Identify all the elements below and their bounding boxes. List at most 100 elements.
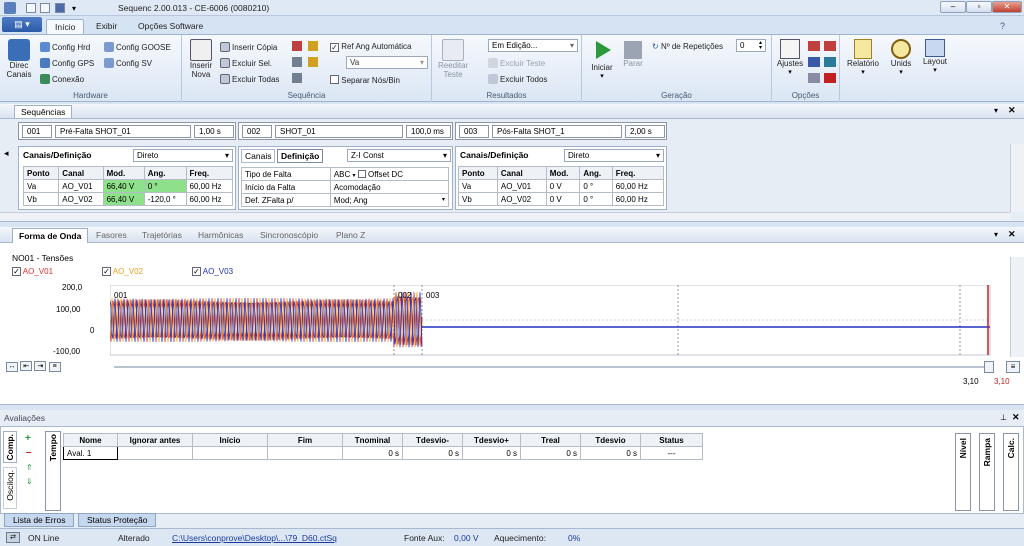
sequence-item-2[interactable]: 002 SHOT_01 100,0 ms [238,122,453,140]
tab-sincronoscopio[interactable]: Sincronoscópio [254,228,324,242]
excluir-teste-button[interactable]: Excluir Teste [488,58,545,68]
seq-name[interactable]: Pré-Falta SHOT_01 [55,125,191,138]
menu-icon[interactable]: ≡ [48,362,61,372]
dropdown-arrow-icon[interactable]: ▾ [994,230,998,239]
sequence-item-1[interactable]: 001 Pré-Falta SHOT_01 1,00 s [18,122,236,140]
channels-mode-select[interactable]: Direto ▾ [133,149,233,162]
close-icon[interactable]: ✕ [1008,229,1016,240]
inserir-nova-button[interactable]: Inserir Nova [186,39,216,79]
cell-freq[interactable]: 60,00 Hz [611,179,665,193]
open-folder-icon[interactable] [40,3,50,13]
relatorio-button[interactable]: Relatório ▾ [846,39,880,76]
tab-harmonicas[interactable]: Harmônicas [192,228,249,242]
ajustes-button[interactable]: Ajustes ▾ [776,39,804,76]
status-select[interactable]: Em Edição... ▾ [488,39,578,52]
dropdown-arrow-icon[interactable]: ▾ [994,106,998,115]
cell-ang[interactable]: -120,0 ° [143,192,187,206]
panel-options-icon[interactable]: ≡ [1006,361,1020,373]
help-icon[interactable]: ? [1000,21,1005,31]
seq-tool-icon-4[interactable] [308,57,318,67]
sequences-horizontal-scrollbar[interactable] [0,212,1010,221]
config-goose-button[interactable]: Config GOOSE [104,42,171,52]
cell-nome[interactable]: Aval. 1 [63,446,118,460]
tab-calc[interactable]: Calc. [1003,433,1019,511]
fault-type-cell[interactable]: ABC ▾ Offset DC [329,167,450,181]
reeditar-button[interactable]: Reeditar Teste [438,39,468,79]
tab-forma-de-onda[interactable]: Forma de Onda [12,228,89,243]
time-slider-thumb[interactable] [984,361,994,373]
cell-mod[interactable]: 0 V [545,192,581,206]
tab-osciloq[interactable]: Osciloq. [3,467,17,509]
seq-time[interactable]: 1,00 s [194,125,234,138]
collapse-arrow-icon[interactable]: ◂ [4,148,9,159]
config-gps-button[interactable]: Config GPS [40,58,94,68]
app-menu-button[interactable]: ▤ ▾ [2,17,42,32]
separar-checkbox[interactable]: Separar Nós/Bin [330,75,400,85]
excluir-todas-button[interactable]: Excluir Todas [220,74,279,84]
add-icon[interactable]: + [25,433,31,444]
inserir-copia-button[interactable]: Inserir Cópia [220,42,277,52]
cell-tdesvio-plus[interactable]: 0 s [462,446,521,460]
channel-toggle-2[interactable]: ✓ AO_V02 [102,267,143,276]
tab-sequencias[interactable]: Sequências [14,105,73,118]
move-up-icon[interactable]: ⇑ [26,463,33,472]
config-sv-button[interactable]: Config SV [104,58,152,68]
cell-tdesvio-minus[interactable]: 0 s [402,446,463,460]
tab-definicao[interactable]: Definição [277,149,324,163]
time-slider-track[interactable] [114,366,994,368]
close-button[interactable]: ✕ [992,1,1022,13]
waveform-plot[interactable] [110,285,995,357]
parar-button[interactable]: Parar [620,39,646,68]
channel-toggle-3[interactable]: ✓ AO_V03 [192,267,233,276]
ref-ang-select[interactable]: Va ▾ [346,56,428,69]
cell-fim[interactable] [267,446,343,460]
excluir-sel-button[interactable]: Excluir Sel. [220,58,272,68]
cell-freq[interactable]: 60,00 Hz [185,179,234,193]
excluir-todos-button[interactable]: Excluir Todos [488,74,547,84]
channel-toggle-1[interactable]: ✓ AO_V01 [12,267,53,276]
tab-comp[interactable]: Comp. [3,431,17,463]
cell-ignorar[interactable] [117,446,193,460]
cell-mod[interactable]: 66,40 V [102,192,145,206]
zoom-fit-icon[interactable]: ⇥ [34,361,47,371]
close-icon[interactable]: ✕ [1008,105,1016,116]
layout-button[interactable]: Layout ▾ [918,39,952,74]
channels-mode-select[interactable]: Direto ▾ [564,149,664,162]
tab-fasores[interactable]: Fasores [90,228,133,242]
seq-name[interactable]: SHOT_01 [275,125,403,138]
seq-name[interactable]: Pós-Falta SHOT_1 [492,125,622,138]
tab-exibir[interactable]: Exibir [88,19,125,35]
tab-trajetorias[interactable]: Trajetórias [136,228,188,242]
seq-time[interactable]: 100,0 ms [406,125,451,138]
cell-freq[interactable]: 60,00 Hz [185,192,234,206]
customize-qa-icon[interactable]: ▾ [72,4,76,13]
move-down-icon[interactable]: ⇓ [26,477,33,486]
opt-icon-2[interactable] [824,41,836,51]
seq-time[interactable]: 2,00 s [625,125,665,138]
app-icon[interactable] [4,2,16,14]
cell-freq[interactable]: 60,00 Hz [611,192,665,206]
cell-tnominal[interactable]: 0 s [342,446,403,460]
iniciar-button[interactable]: Iniciar ▾ [588,39,616,80]
tab-lista-de-erros[interactable]: Lista de Erros [4,513,75,527]
tab-opcoes-software[interactable]: Opções Software [130,19,211,35]
tab-plano-z[interactable]: Plano Z [330,228,371,242]
cell-ang[interactable]: 0 ° [579,192,613,206]
tab-nivel[interactable]: Nível [955,433,971,511]
sequences-vertical-scrollbar[interactable] [1010,144,1024,212]
opt-icon-1[interactable] [808,41,820,51]
ref-ang-checkbox[interactable]: ✓ Ref Ang Automática [330,42,412,52]
waveform-vertical-scrollbar[interactable] [1010,257,1024,357]
zoom-out-icon[interactable]: ⇤ [20,361,33,371]
sequence-item-3[interactable]: 003 Pós-Falta SHOT_1 2,00 s [455,122,667,140]
tab-canais[interactable]: Canais [241,149,276,163]
seq-tool-icon-5[interactable] [292,73,302,83]
tab-inicio[interactable]: Início [46,19,85,35]
cell-mod[interactable]: 0 V [545,179,581,193]
cell-inicio[interactable] [192,446,268,460]
seq-tool-icon-2[interactable] [308,41,318,51]
zfalta-cell[interactable]: Mod; Ang ▾ [329,193,450,207]
opt-icon-5[interactable] [808,73,820,83]
close-icon[interactable]: ✕ [1012,412,1020,423]
cell-ang[interactable]: 0 ° [143,179,187,193]
